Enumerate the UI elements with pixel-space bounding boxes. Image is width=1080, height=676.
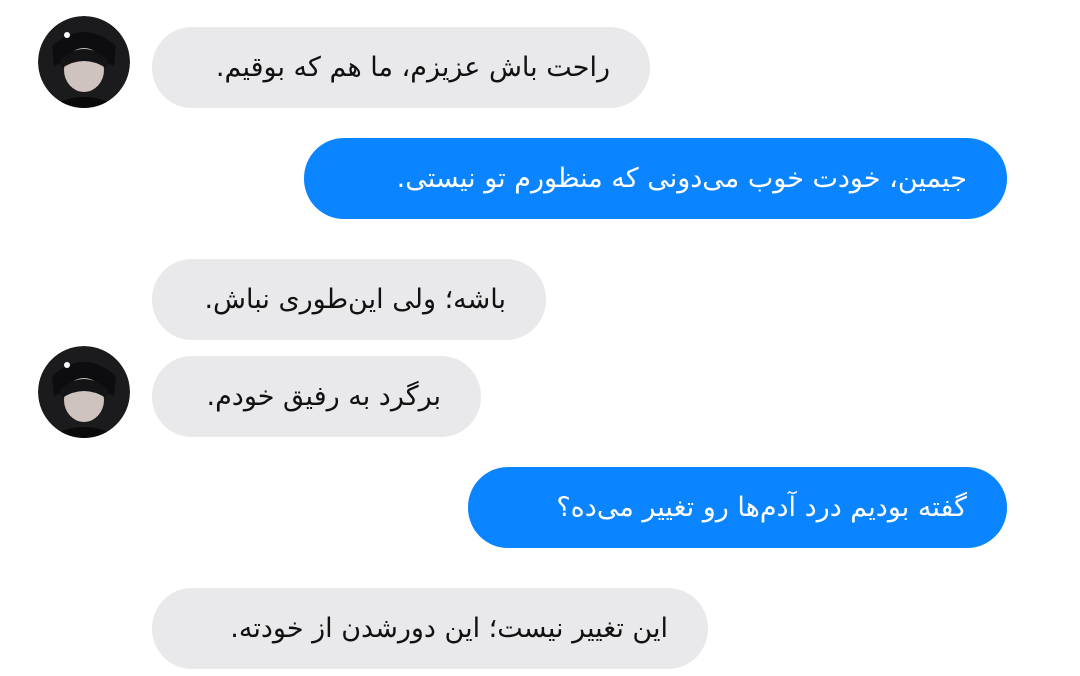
contact-avatar-icon[interactable] <box>38 346 130 438</box>
message-bubble-incoming[interactable]: باشه؛ ولی این‌طوری نباش. <box>152 259 546 340</box>
message-bubble-incoming[interactable]: راحت باش عزیزم، ما هم که بوقیم. <box>152 27 650 108</box>
message-bubble-outgoing[interactable]: جیمین، خودت خوب می‌دونی که منظورم تو نیس… <box>304 138 1007 219</box>
message-text: برگرد به رفیق خودم. <box>206 380 442 412</box>
message-bubble-incoming[interactable]: این تغییر نیست؛ این دورشدن از خودته. <box>152 588 708 669</box>
message-text: راحت باش عزیزم، ما هم که بوقیم. <box>215 51 610 83</box>
message-text: گفته بودیم درد آدم‌ها رو تغییر می‌ده؟ <box>556 491 967 523</box>
message-text: جیمین، خودت خوب می‌دونی که منظورم تو نیس… <box>396 162 967 194</box>
message-bubble-outgoing[interactable]: گفته بودیم درد آدم‌ها رو تغییر می‌ده؟ <box>468 467 1007 548</box>
message-text: باشه؛ ولی این‌طوری نباش. <box>204 283 506 315</box>
message-bubble-incoming[interactable]: برگرد به رفیق خودم. <box>152 356 481 437</box>
contact-avatar-icon[interactable] <box>38 16 130 108</box>
message-text: این تغییر نیست؛ این دورشدن از خودته. <box>230 612 668 644</box>
